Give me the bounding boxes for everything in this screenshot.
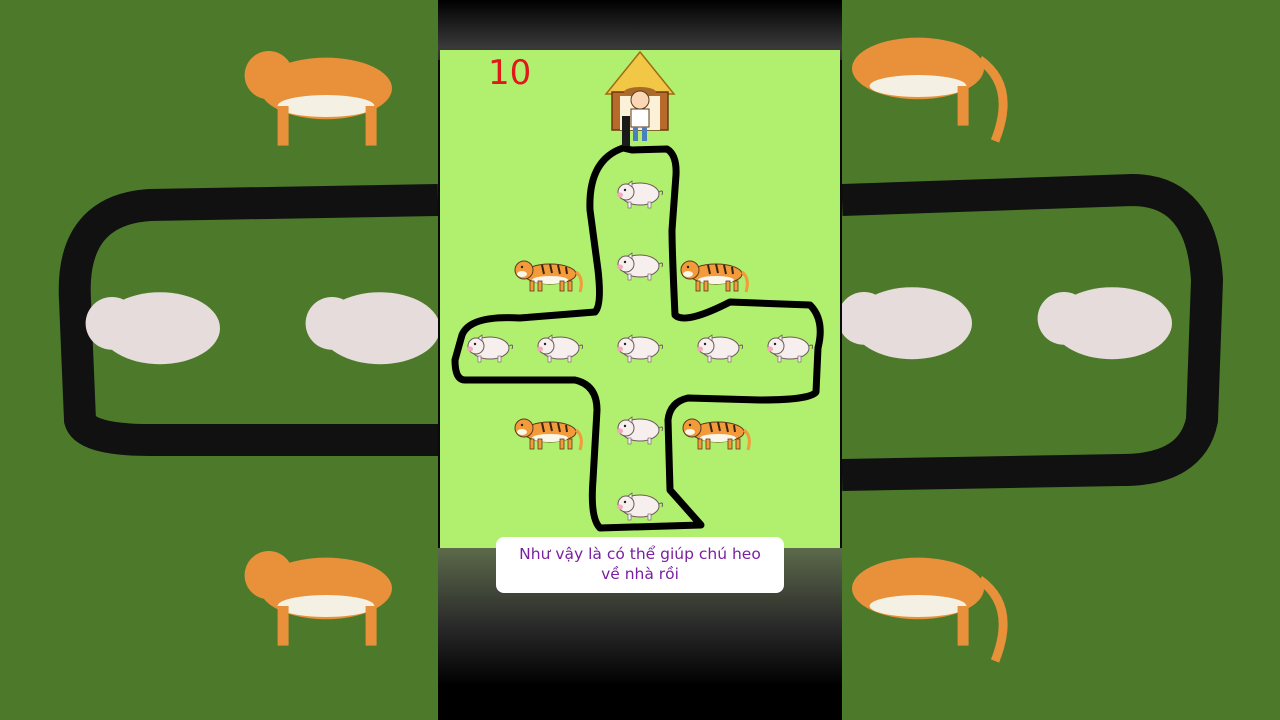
background-blur-right	[842, 0, 1280, 720]
background-blur-right-art	[842, 37, 1224, 663]
tiger-icon	[513, 417, 583, 452]
tiger-icon	[513, 259, 583, 294]
caption-line-2: về nhà rồi	[601, 565, 679, 583]
level-counter: 10	[488, 53, 531, 93]
tiger-icon	[852, 557, 1008, 663]
subtitle-caption: Như vậy là có thể giúp chú heo về nhà rồ…	[496, 537, 784, 593]
pig-icon	[766, 334, 814, 363]
pig-icon	[466, 334, 514, 363]
pig-icon	[616, 334, 664, 363]
caption-line-1: Như vậy là có thể giúp chú heo	[519, 545, 761, 563]
pig-icon	[85, 292, 220, 365]
pig-icon	[616, 252, 664, 281]
tiger-icon	[681, 417, 751, 452]
background-blur-left-art	[58, 51, 438, 646]
tiger-icon	[679, 259, 749, 294]
pig-icon	[305, 292, 438, 365]
tiger-icon	[244, 51, 392, 146]
pig-icon	[616, 180, 664, 209]
pig-icon	[842, 287, 972, 360]
pig-icon	[616, 492, 664, 521]
pig-icon	[696, 334, 744, 363]
tiger-icon	[852, 37, 1008, 143]
background-blur-left	[0, 0, 438, 720]
pig-icon	[536, 334, 584, 363]
pig-icon	[616, 416, 664, 445]
pig-icon	[1037, 287, 1172, 360]
video-frame: 10 Như vậy là có thể giúp chú heo về nhà…	[438, 0, 842, 720]
game-scene: 10	[451, 50, 824, 532]
game-board[interactable]: 10	[440, 50, 840, 548]
tiger-icon	[244, 551, 392, 646]
